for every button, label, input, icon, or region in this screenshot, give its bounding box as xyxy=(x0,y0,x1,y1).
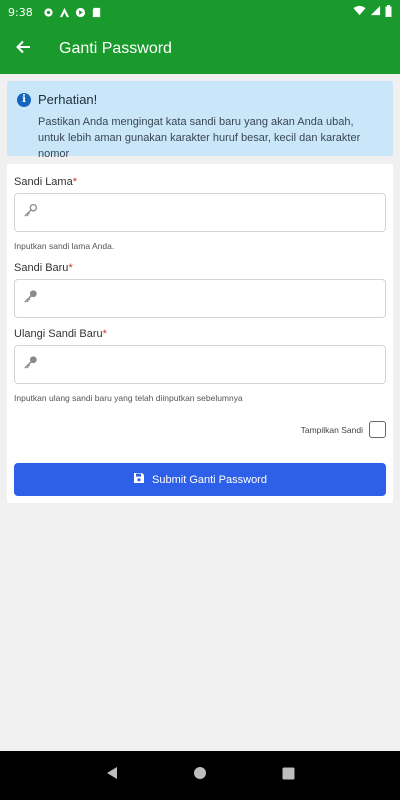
old-password-input[interactable] xyxy=(46,194,385,231)
status-notification-icons xyxy=(43,7,102,18)
show-password-toggle[interactable]: Tampilkan Sandi xyxy=(301,421,386,438)
submit-label: Submit Ganti Password xyxy=(152,473,267,486)
floppy-disk-icon xyxy=(133,472,145,487)
play-icon xyxy=(75,7,86,18)
key-icon xyxy=(23,355,38,375)
sd-card-icon xyxy=(91,7,102,18)
old-password-field[interactable] xyxy=(14,193,386,232)
confirm-password-field[interactable] xyxy=(14,345,386,384)
confirm-password-label: Ulangi Sandi Baru* xyxy=(14,328,107,340)
new-password-label: Sandi Baru* xyxy=(14,262,73,274)
page-title: Ganti Password xyxy=(59,40,172,57)
confirm-password-helper: Inputkan ulang sandi baru yang telah dii… xyxy=(14,393,243,403)
nav-recents-icon[interactable] xyxy=(282,767,295,785)
new-password-input[interactable] xyxy=(46,280,385,317)
status-system-icons xyxy=(353,4,392,20)
confirm-password-input[interactable] xyxy=(46,346,385,383)
battery-icon xyxy=(385,4,392,20)
info-icon: i xyxy=(17,92,31,107)
wifi-icon xyxy=(353,5,366,19)
alert-title: Perhatian! xyxy=(38,92,98,107)
status-time: 9:38 xyxy=(8,5,33,19)
android-studio-icon xyxy=(59,7,70,18)
key-icon xyxy=(23,203,38,223)
new-password-field[interactable] xyxy=(14,279,386,318)
show-password-checkbox[interactable] xyxy=(369,421,386,438)
submit-button[interactable]: Submit Ganti Password xyxy=(14,463,386,496)
arrow-left-icon xyxy=(15,39,31,60)
info-alert: i Perhatian! Pastikan Anda mengingat kat… xyxy=(7,81,393,160)
nav-back-icon[interactable] xyxy=(105,766,119,785)
back-button[interactable] xyxy=(0,24,46,74)
status-bar: 9:38 xyxy=(0,0,400,24)
show-password-label: Tampilkan Sandi xyxy=(300,424,363,435)
change-password-form: Sandi Lama* Inputkan sandi lama Anda. Sa… xyxy=(7,164,393,503)
old-password-helper: Inputkan sandi lama Anda. xyxy=(14,241,115,251)
app-bar: Ganti Password xyxy=(0,24,400,74)
system-nav-bar xyxy=(0,751,400,800)
signal-icon xyxy=(370,5,381,19)
settings-icon xyxy=(43,7,54,18)
alert-body: Pastikan Anda mengingat kata sandi baru … xyxy=(38,116,361,160)
key-icon xyxy=(23,289,38,309)
nav-home-icon[interactable] xyxy=(193,766,207,785)
old-password-label: Sandi Lama* xyxy=(14,176,77,188)
